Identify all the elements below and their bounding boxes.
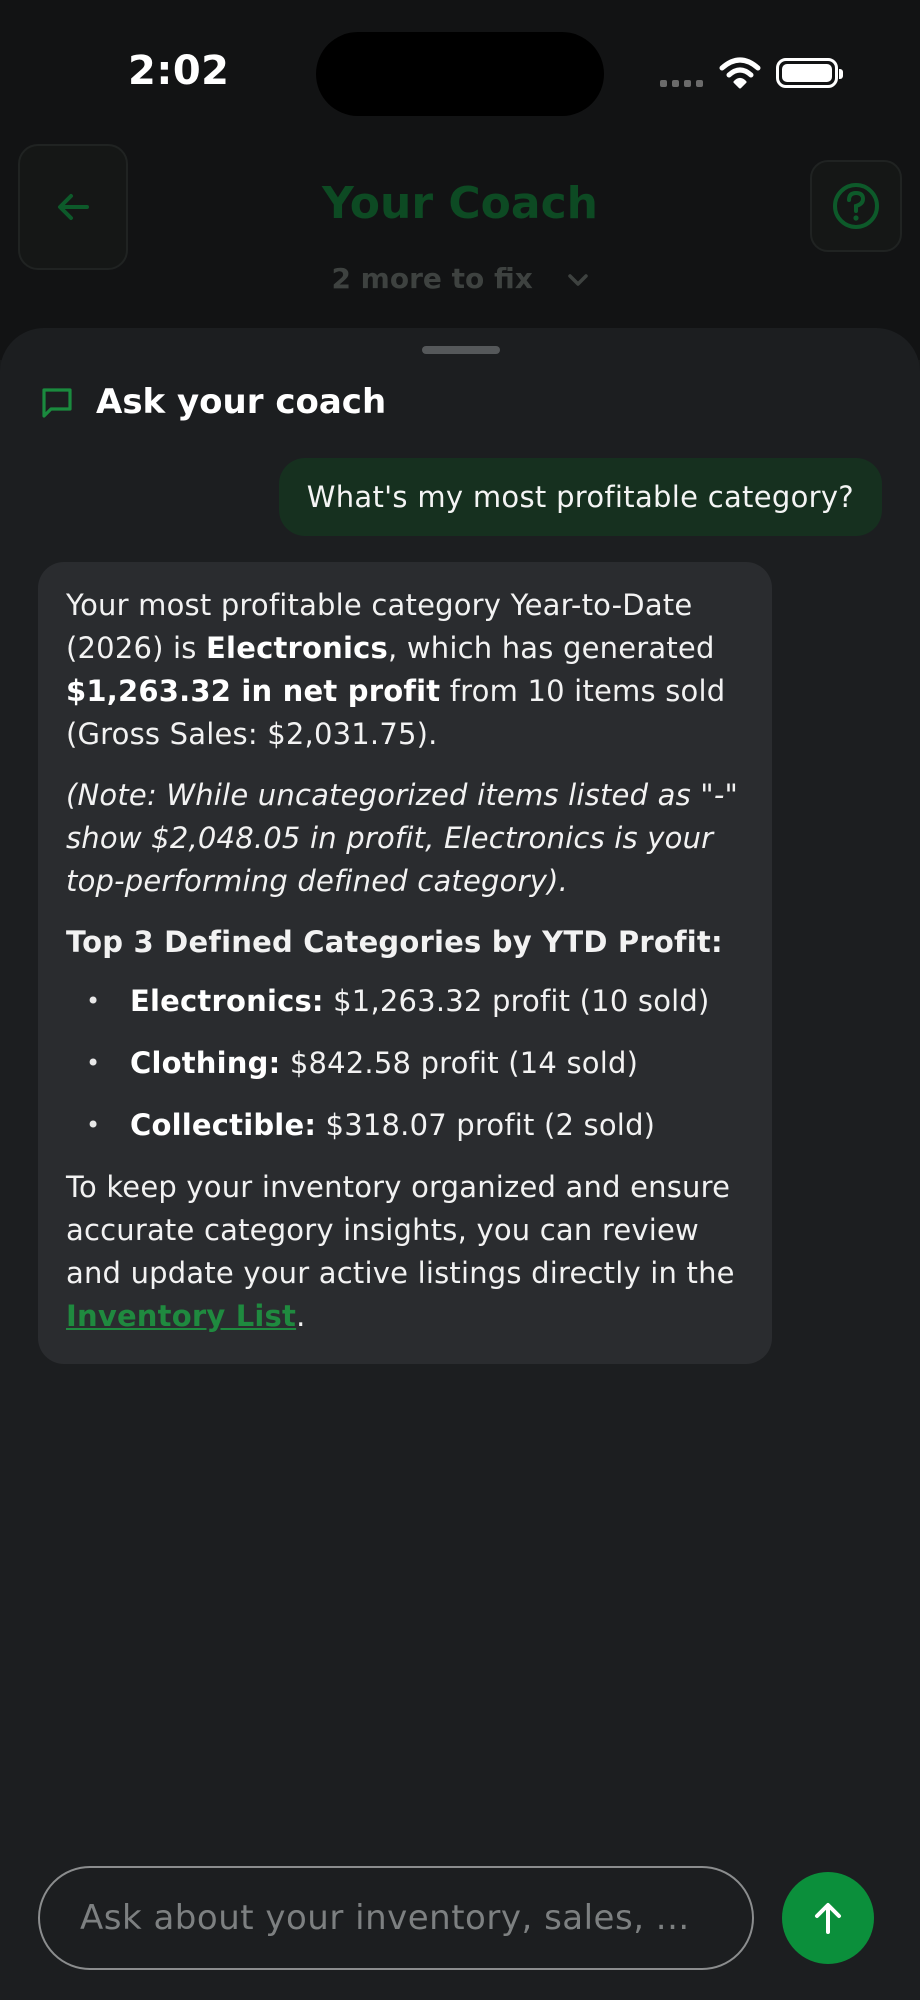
category-name: Clothing: [130, 1046, 281, 1080]
status-time: 2:02 [128, 48, 230, 94]
sheet-title: Ask your coach [96, 382, 387, 422]
page-title: Your Coach [321, 178, 598, 229]
list-item: Electronics: $1,263.32 profit (10 sold) [66, 980, 744, 1023]
user-message-bubble: What's my most profitable category? [278, 458, 882, 536]
top-categories-heading: Top 3 Defined Categories by YTD Profit: [66, 925, 723, 959]
arrow-up-icon [815, 1903, 841, 1934]
sheet-header: Ask your coach [40, 382, 386, 422]
coach-screen: 2:02 Your Coach 2 more to fix Ask your c… [0, 0, 920, 2000]
list-item: Clothing: $842.58 profit (14 sold) [66, 1042, 744, 1085]
category-detail: $318.07 profit (2 sold) [316, 1108, 656, 1142]
reply-note: (Note: While uncategorized items listed … [66, 778, 739, 898]
list-item: Collectible: $318.07 profit (2 sold) [66, 1104, 744, 1147]
background-page: 2:02 Your Coach 2 more to fix [0, 0, 920, 360]
message-input[interactable] [80, 1898, 712, 1938]
sheet-grabber[interactable] [422, 346, 500, 354]
reply-closing: To keep your inventory organized and ens… [66, 1166, 744, 1338]
reply-text: To keep your inventory organized and ens… [66, 1170, 735, 1290]
send-button[interactable] [782, 1872, 874, 1964]
user-message-text: What's my most profitable category? [306, 480, 854, 514]
assistant-message-bubble: Your most profitable category Year-to-Da… [38, 562, 772, 1364]
more-to-fix-label: 2 more to fix [331, 262, 533, 295]
top-categories-list: Electronics: $1,263.32 profit (10 sold) … [66, 980, 744, 1147]
dynamic-island [316, 32, 604, 116]
category-name: Electronics: [130, 984, 324, 1018]
reply-net-profit: $1,263.32 in net profit [66, 674, 441, 708]
message-composer [38, 1866, 754, 1970]
question-circle-icon [833, 183, 879, 229]
battery-icon [776, 58, 843, 88]
category-detail: $842.58 profit (14 sold) [280, 1046, 639, 1080]
wifi-icon [719, 57, 761, 89]
help-button[interactable] [810, 160, 902, 252]
chevron-down-icon [567, 274, 588, 286]
category-detail: $1,263.32 profit (10 sold) [323, 984, 710, 1018]
category-name: Collectible: [130, 1108, 317, 1142]
reply-text: . [296, 1299, 306, 1333]
reply-category: Electronics [206, 631, 388, 665]
reply-text: , which has generated [387, 631, 715, 665]
coach-chat-sheet: Ask your coach What's my most profitable… [0, 328, 920, 2000]
inventory-list-link[interactable]: Inventory List [66, 1299, 296, 1333]
message-square-icon [42, 388, 72, 418]
reply-summary: Your most profitable category Year-to-Da… [66, 584, 744, 756]
more-to-fix-toggle[interactable]: 2 more to fix [0, 262, 920, 295]
cellular-signal-icon [660, 80, 703, 87]
